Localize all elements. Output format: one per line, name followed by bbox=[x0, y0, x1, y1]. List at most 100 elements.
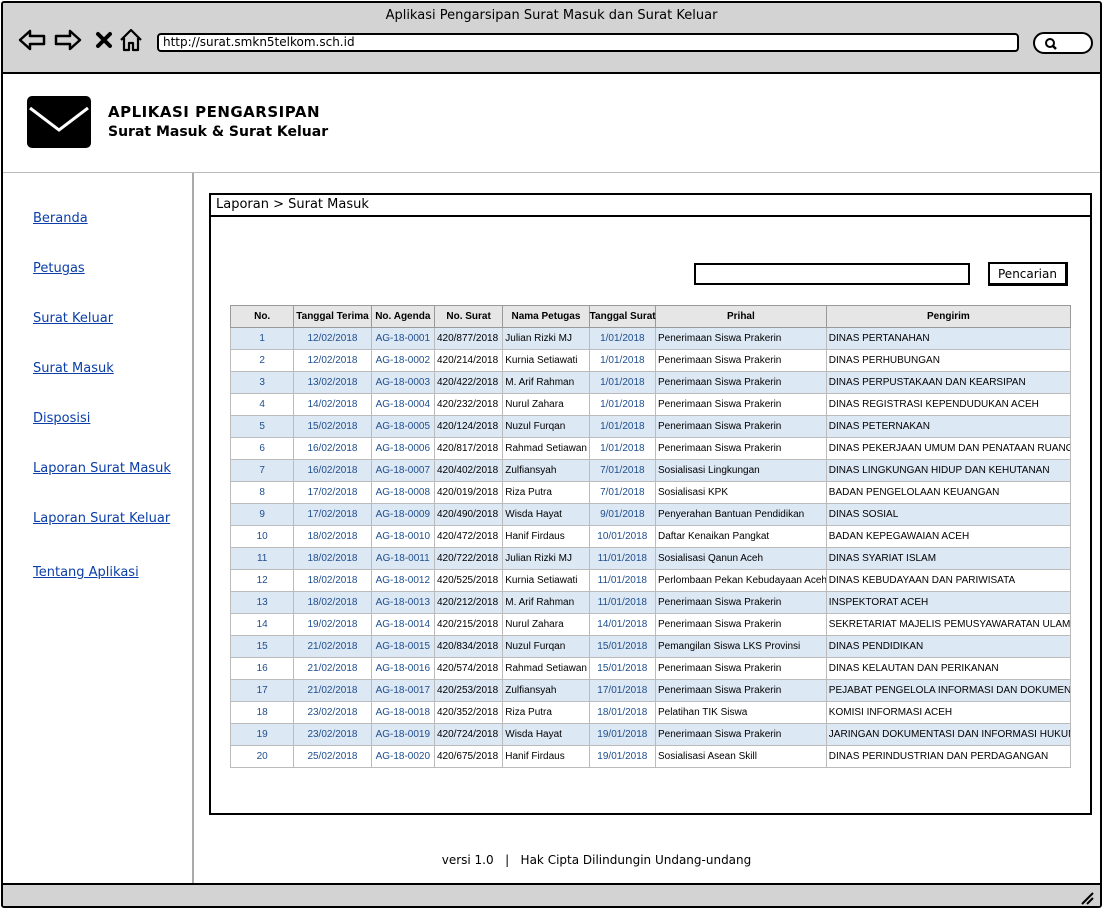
table-cell: 25/02/2018 bbox=[293, 745, 372, 768]
back-arrow-icon[interactable] bbox=[17, 25, 47, 55]
sidebar-item-laporan-surat-keluar[interactable]: Laporan Surat Keluar bbox=[33, 511, 170, 526]
sidebar-item-petugas[interactable]: Petugas bbox=[33, 261, 85, 276]
table-row[interactable]: 9 17/02/2018 AG-18-0009 420/490/2018 Wisda H… bbox=[229, 503, 1072, 526]
table-cell: AG-18-0009 bbox=[370, 503, 435, 526]
table-cell: 420/877/2018 bbox=[433, 327, 504, 350]
home-icon[interactable] bbox=[116, 25, 146, 55]
table-cell: DINAS LINGKUNGAN HIDUP DAN KEHUTANAN bbox=[825, 459, 1072, 482]
column-header[interactable]: No. bbox=[229, 305, 295, 328]
table-cell: AG-18-0016 bbox=[370, 657, 435, 680]
table-cell: INSPEKTORAT ACEH bbox=[825, 591, 1072, 614]
table-cell: Sosialisasi Lingkungan bbox=[654, 459, 827, 482]
browser-search-box[interactable] bbox=[1033, 32, 1093, 54]
column-header[interactable]: No. Surat bbox=[433, 305, 504, 328]
table-cell: Nuzul Furqan bbox=[502, 635, 590, 658]
table-cell: DINAS SYARIAT ISLAM bbox=[825, 547, 1072, 570]
table-cell: Penerimaan Siswa Prakerin bbox=[654, 415, 827, 438]
table-cell: AG-18-0015 bbox=[370, 635, 435, 658]
table-cell: 2 bbox=[229, 349, 295, 372]
table-cell: Sosialisasi Asean Skill bbox=[654, 745, 827, 768]
search-button[interactable]: Pencarian bbox=[988, 262, 1068, 286]
table-row[interactable]: 5 15/02/2018 AG-18-0005 420/124/2018 Nuzul F… bbox=[229, 415, 1072, 438]
table-cell: AG-18-0007 bbox=[370, 459, 435, 482]
table-cell: 18/02/2018 bbox=[293, 525, 372, 548]
table-cell: 17/01/2018 bbox=[588, 679, 656, 702]
search-input[interactable] bbox=[694, 263, 970, 285]
table-cell: 3 bbox=[229, 371, 295, 394]
table-row[interactable]: 18 23/02/2018 AG-18-0018 420/352/2018 Riza P… bbox=[229, 701, 1072, 724]
sidebar-divider bbox=[192, 173, 194, 883]
table-cell: Nurul Zahara bbox=[502, 613, 590, 636]
table-cell: AG-18-0006 bbox=[370, 437, 435, 460]
sidebar-item-tentang-aplikasi[interactable]: Tentang Aplikasi bbox=[33, 565, 139, 580]
table-cell: 16/02/2018 bbox=[293, 459, 372, 482]
table-row[interactable]: 13 18/02/2018 AG-18-0013 420/212/2018 M. Ari… bbox=[229, 591, 1072, 614]
table-cell: 12/02/2018 bbox=[293, 349, 372, 372]
table-cell: 21/02/2018 bbox=[293, 635, 372, 658]
close-icon[interactable] bbox=[89, 25, 119, 55]
table-row[interactable]: 1 12/02/2018 AG-18-0001 420/877/2018 Julian … bbox=[229, 327, 1072, 350]
table-cell: 11/01/2018 bbox=[588, 547, 656, 570]
forward-arrow-icon[interactable] bbox=[53, 25, 83, 55]
table-cell: 18/02/2018 bbox=[293, 547, 372, 570]
table-cell: AG-18-0010 bbox=[370, 525, 435, 548]
column-header[interactable]: Tanggal Surat bbox=[588, 305, 656, 328]
table-cell: 420/722/2018 bbox=[433, 547, 504, 570]
search-icon bbox=[1045, 38, 1057, 50]
table-row[interactable]: 17 21/02/2018 AG-18-0017 420/253/2018 Zulfia… bbox=[229, 679, 1072, 702]
resize-grip-icon[interactable] bbox=[1080, 890, 1094, 906]
table-cell: 16/02/2018 bbox=[293, 437, 372, 460]
table-cell: DINAS PERINDUSTRIAN DAN PERDAGANGAN bbox=[825, 745, 1072, 768]
table-cell: 1/01/2018 bbox=[588, 349, 656, 372]
table-cell: Julian Rizki MJ bbox=[502, 547, 590, 570]
table-cell: Penerimaan Siswa Prakerin bbox=[654, 371, 827, 394]
table-cell: AG-18-0014 bbox=[370, 613, 435, 636]
table-body: 1 12/02/2018 AG-18-0001 420/877/2018 Julian … bbox=[229, 327, 1072, 768]
table-cell: Hanif Firdaus bbox=[502, 745, 590, 768]
table-row[interactable]: 4 14/02/2018 AG-18-0004 420/232/2018 Nurul Z… bbox=[229, 393, 1072, 416]
table-cell: DINAS KELAUTAN DAN PERIKANAN bbox=[825, 657, 1072, 680]
table-row[interactable]: 8 17/02/2018 AG-18-0008 420/019/2018 Riza Pu… bbox=[229, 481, 1072, 504]
table-row[interactable]: 10 18/02/2018 AG-18-0010 420/472/2018 Hanif … bbox=[229, 525, 1072, 548]
column-header[interactable]: Nama Petugas bbox=[502, 305, 590, 328]
table-row[interactable]: 2 12/02/2018 AG-18-0002 420/214/2018 Kurnia … bbox=[229, 349, 1072, 372]
table-cell: 14 bbox=[229, 613, 295, 636]
table-row[interactable]: 20 25/02/2018 AG-18-0020 420/675/2018 Hanif … bbox=[229, 745, 1072, 768]
table-cell: 19/01/2018 bbox=[588, 723, 656, 746]
table-row[interactable]: 7 16/02/2018 AG-18-0007 420/402/2018 Zulfian… bbox=[229, 459, 1072, 482]
table-row[interactable]: 16 21/02/2018 AG-18-0016 420/574/2018 Rahmad… bbox=[229, 657, 1072, 680]
column-header[interactable]: Tanggal Terima bbox=[293, 305, 372, 328]
sidebar-item-disposisi[interactable]: Disposisi bbox=[33, 411, 90, 426]
sidebar-item-beranda[interactable]: Beranda bbox=[33, 211, 88, 226]
column-header[interactable]: Pengirim bbox=[825, 305, 1072, 328]
table-cell: 420/215/2018 bbox=[433, 613, 504, 636]
table-cell: AG-18-0005 bbox=[370, 415, 435, 438]
column-header[interactable]: No. Agenda bbox=[370, 305, 435, 328]
table-row[interactable]: 12 18/02/2018 AG-18-0012 420/525/2018 Kurnia… bbox=[229, 569, 1072, 592]
table-cell: DINAS PERPUSTAKAAN DAN KEARSIPAN bbox=[825, 371, 1072, 394]
table-row[interactable]: 15 21/02/2018 AG-18-0015 420/834/2018 Nuzul … bbox=[229, 635, 1072, 658]
table-row[interactable]: 11 18/02/2018 AG-18-0011 420/722/2018 Julian… bbox=[229, 547, 1072, 570]
table-cell: 420/232/2018 bbox=[433, 393, 504, 416]
column-header[interactable]: Prihal bbox=[654, 305, 827, 328]
table-cell: DINAS KEBUDAYAAN DAN PARIWISATA bbox=[825, 569, 1072, 592]
url-bar[interactable]: http://surat.smkn5telkom.sch.id bbox=[157, 33, 1019, 52]
sidebar-item-laporan-surat-masuk[interactable]: Laporan Surat Masuk bbox=[33, 461, 171, 476]
table-cell: 19/02/2018 bbox=[293, 613, 372, 636]
table-row[interactable]: 14 19/02/2018 AG-18-0014 420/215/2018 Nurul … bbox=[229, 613, 1072, 636]
sidebar-item-surat-keluar[interactable]: Surat Keluar bbox=[33, 311, 113, 326]
table-row[interactable]: 6 16/02/2018 AG-18-0006 420/817/2018 Rahmad … bbox=[229, 437, 1072, 460]
table-cell: 1/01/2018 bbox=[588, 327, 656, 350]
table-cell: Pemangilan Siswa LKS Provinsi bbox=[654, 635, 827, 658]
table-cell: Penerimaan Siswa Prakerin bbox=[654, 349, 827, 372]
app-subtitle: Surat Masuk & Surat Keluar bbox=[108, 124, 329, 140]
mail-logo-icon bbox=[27, 96, 91, 152]
table-row[interactable]: 19 23/02/2018 AG-18-0019 420/724/2018 Wisda … bbox=[229, 723, 1072, 746]
table-cell: 14/02/2018 bbox=[293, 393, 372, 416]
table-cell: 15/02/2018 bbox=[293, 415, 372, 438]
sidebar-item-surat-masuk[interactable]: Surat Masuk bbox=[33, 361, 114, 376]
table-cell: 420/472/2018 bbox=[433, 525, 504, 548]
table-cell: 15 bbox=[229, 635, 295, 658]
footer-text: versi 1.0 | Hak Cipta Dilindungin Undang… bbox=[441, 853, 752, 867]
table-row[interactable]: 3 13/02/2018 AG-18-0003 420/422/2018 M. Arif… bbox=[229, 371, 1072, 394]
